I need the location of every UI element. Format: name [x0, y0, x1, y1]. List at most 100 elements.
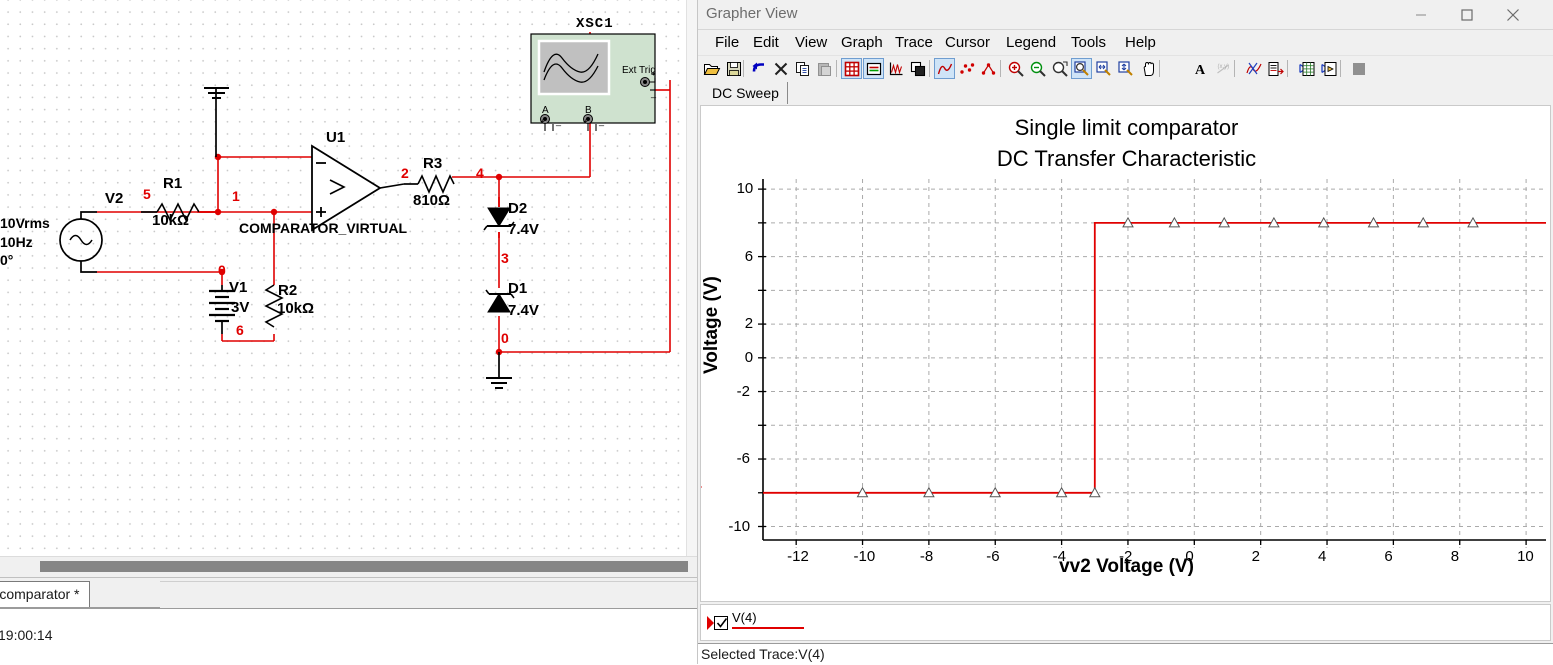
toggle-legend-icon[interactable] [863, 58, 884, 79]
toggle-grid-icon[interactable] [841, 58, 862, 79]
undo-icon[interactable] [748, 58, 769, 79]
delete-icon[interactable] [770, 58, 791, 79]
toolbar-separator [1234, 60, 1235, 77]
toolbar-separator [1000, 60, 1001, 77]
menu-file[interactable]: File [708, 33, 746, 53]
zoom-out-icon[interactable] [1027, 58, 1048, 79]
zoom-region-icon[interactable] [1049, 58, 1070, 79]
window-title: Grapher View [706, 5, 798, 22]
svg-text:A: A [542, 105, 549, 116]
show-points-icon[interactable] [956, 58, 977, 79]
svg-text:_: _ [555, 116, 562, 126]
export-labview-icon[interactable] [1318, 58, 1339, 79]
pan-icon[interactable] [1137, 58, 1158, 79]
tab-dc-sweep[interactable]: DC Sweep [704, 82, 788, 104]
canvas-horizontal-scrollbar[interactable] [0, 556, 697, 577]
oscilloscope-body: A B Ext Trig + _ + _ + _ [530, 33, 657, 131]
y-tick-label: 10 [736, 180, 754, 198]
measure-icon[interactable]: (x,y) [1212, 58, 1233, 79]
svg-text:_: _ [598, 116, 605, 126]
zoom-fit-icon[interactable] [1071, 58, 1092, 79]
canvas-vertical-scrollbar[interactable] [686, 0, 697, 556]
y-tick-label: 0 [744, 348, 754, 366]
close-icon[interactable] [1490, 0, 1536, 29]
cursor-trace-icon[interactable] [1243, 58, 1264, 79]
schematic-canvas[interactable]: A B Ext Trig + _ + _ + _ XSC1 5 1 0 6 2 … [0, 0, 697, 556]
menu-edit[interactable]: Edit [746, 33, 786, 53]
v2-frequency-label: 10Hz [0, 234, 33, 250]
export-data-icon[interactable] [1265, 58, 1286, 79]
legend-trace-swatch [732, 627, 804, 629]
r3-value-label: 810Ω [413, 192, 451, 209]
paste-icon[interactable] [814, 58, 835, 79]
menu-graph[interactable]: Graph [834, 33, 890, 53]
y-tick-label: -10 [728, 517, 751, 535]
menu-legend[interactable]: Legend [999, 33, 1063, 53]
net-label-3: 3 [501, 250, 509, 266]
page-properties-icon[interactable] [907, 58, 928, 79]
open-icon[interactable] [701, 58, 722, 79]
net-label-6: 6 [236, 322, 244, 338]
d2-ref-label: D2 [508, 200, 528, 217]
menu-view[interactable]: View [788, 33, 834, 53]
x-tick-label: -4 [1052, 548, 1066, 565]
net-label-0-left: 0 [218, 262, 226, 278]
grapher-titlebar: Grapher View [698, 0, 1553, 29]
y-tick-label: 6 [744, 247, 754, 265]
legend-panel[interactable]: V(4) [700, 604, 1551, 641]
export-excel-icon[interactable] [1296, 58, 1317, 79]
copy-icon[interactable] [792, 58, 813, 79]
x-tick-label: -12 [787, 548, 809, 565]
v2-phase-label: 0° [0, 252, 14, 268]
grapher-menubar: File Edit View Graph Trace Cursor Legend… [698, 29, 1553, 56]
plot-canvas [758, 179, 1546, 548]
y-axis-label: Voltage (V) [701, 276, 722, 374]
legend-trace-checkbox[interactable] [714, 616, 728, 630]
d1-ref-label: D1 [508, 280, 528, 297]
grapher-status-bar: Selected Trace:V(4) [698, 643, 1553, 665]
toolbar-separator [1340, 60, 1341, 77]
oscilloscope-ref-label: XSC1 [576, 16, 614, 32]
r1-ref-label: R1 [163, 175, 183, 192]
plot-area[interactable]: Single limit comparator DC Transfer Char… [700, 105, 1551, 602]
d1-value-label: 7.4V [508, 302, 539, 319]
zoom-in-icon[interactable] [1005, 58, 1026, 79]
legend-trace-name: V(4) [732, 610, 757, 625]
toolbar-separator [1159, 60, 1160, 77]
minimize-icon[interactable] [1398, 0, 1444, 29]
sheet-tab-active[interactable]: gle limit comparator * [0, 581, 90, 607]
svg-text:+: + [540, 117, 545, 126]
grapher-tabbar: DC Sweep [698, 80, 1553, 105]
grapher-view-window: Grapher View File Edit View Graph Trace … [697, 0, 1553, 665]
zoom-horizontal-icon[interactable] [1093, 58, 1114, 79]
axis-properties-icon[interactable] [885, 58, 906, 79]
schematic-status-bar: 19:00:14 [0, 608, 697, 664]
scrollbar-thumb[interactable] [40, 561, 688, 572]
menu-help[interactable]: Help [1118, 33, 1163, 53]
svg-text:A: A [1195, 63, 1206, 76]
text-icon[interactable]: A [1190, 58, 1211, 79]
menu-trace[interactable]: Trace [888, 33, 940, 53]
zoom-vertical-icon[interactable] [1115, 58, 1136, 79]
show-line-icon[interactable] [934, 58, 955, 79]
grapher-toolbar: A (x,y) [698, 55, 1553, 82]
d2-value-label: 7.4V [508, 221, 539, 238]
menu-tools[interactable]: Tools [1064, 33, 1113, 53]
svg-text:_: _ [650, 88, 657, 98]
menu-cursor[interactable]: Cursor [938, 33, 997, 53]
y-tick-label: 2 [744, 315, 754, 333]
save-icon[interactable] [723, 58, 744, 79]
y-tick-label: -2 [736, 382, 750, 400]
net-label-1: 1 [232, 188, 240, 204]
toolbar-separator [743, 60, 744, 77]
r2-value-label: 10kΩ [277, 300, 315, 317]
v2-amplitude-label: 10Vrms [0, 215, 50, 231]
u1-ref-label: U1 [326, 129, 346, 146]
r2-ref-label: R2 [278, 282, 298, 299]
show-line-points-icon[interactable] [978, 58, 999, 79]
svg-text:+: + [651, 69, 656, 78]
maximize-icon[interactable] [1444, 0, 1490, 29]
toolbar-separator [1287, 60, 1288, 77]
x-tick-label: -2 [1118, 548, 1133, 565]
stop-icon[interactable] [1348, 58, 1369, 79]
